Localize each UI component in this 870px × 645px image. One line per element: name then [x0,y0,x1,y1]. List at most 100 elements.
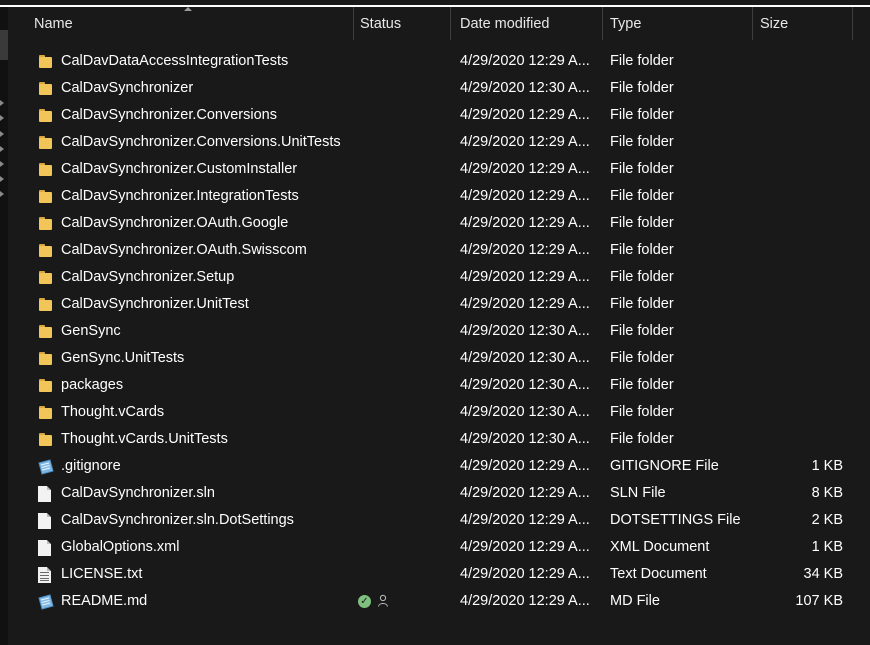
column-header-row: Name Status Date modified Type Size [24,7,870,40]
file-type: File folder [610,431,674,447]
file-size: 1 KB [811,539,843,555]
file-date-modified: 4/29/2020 12:29 A... [460,539,590,555]
column-header-name[interactable]: Name [24,7,353,40]
nav-expand-chevron-icon[interactable] [0,161,4,167]
file-type: File folder [610,107,674,123]
folder-icon [39,217,52,230]
nav-expand-chevron-icon[interactable] [0,176,4,182]
file-row[interactable]: CalDavSynchronizer.IntegrationTests 4/29/… [24,183,870,210]
file-size [754,48,843,75]
file-type: MD File [610,593,660,609]
file-name[interactable]: packages [61,372,351,399]
file-date-modified: 4/29/2020 12:30 A... [460,350,590,366]
file-name[interactable]: CalDavSynchronizer.OAuth.Swisscom [61,237,351,264]
file-name[interactable]: CalDavSynchronizer.sln.DotSettings [61,507,351,534]
folder-icon [39,271,52,284]
file-name[interactable]: GenSync.UnitTests [61,345,351,372]
nav-expand-chevron-icon[interactable] [0,131,4,137]
file-status [358,264,448,291]
file-type: File folder [610,80,674,96]
file-size [754,156,843,183]
file-size [754,318,843,345]
file-date-modified: 4/29/2020 12:29 A... [460,161,590,177]
file-row[interactable]: CalDavSynchronizer.Conversions 4/29/2020 … [24,102,870,129]
file-type: File folder [610,242,674,258]
file-row[interactable]: CalDavSynchronizer.OAuth.Google 4/29/2020… [24,210,870,237]
folder-icon [39,244,52,257]
file-type: File folder [610,377,674,393]
file-status [358,48,448,75]
file-icon-cell [37,345,57,372]
file-row[interactable]: CalDavSynchronizer.UnitTest 4/29/2020 12:… [24,291,870,318]
column-header-size[interactable]: Size [750,7,850,40]
file-status [358,507,448,534]
folder-icon [39,55,52,68]
file-size [754,210,843,237]
folder-icon [39,109,52,122]
file-icon-cell [37,129,57,156]
file-row[interactable]: GenSync.UnitTests 4/29/2020 12:30 A... Fil… [24,345,870,372]
file-row[interactable]: CalDavSynchronizer.Setup 4/29/2020 12:29 … [24,264,870,291]
nav-selected-item[interactable] [0,30,8,60]
file-status [358,156,448,183]
file-name[interactable]: .gitignore [61,453,351,480]
file-name[interactable]: Thought.vCards.UnitTests [61,426,351,453]
file-date-modified: 4/29/2020 12:29 A... [460,593,590,609]
file-icon-cell [37,534,57,561]
file-size [754,183,843,210]
file-row[interactable]: CalDavSynchronizer.Conversions.UnitTests… [24,129,870,156]
file-name[interactable]: CalDavSynchronizer.Conversions [61,102,351,129]
file-row[interactable]: CalDavSynchronizer.CustomInstaller 4/29/2… [24,156,870,183]
file-name[interactable]: CalDavSynchronizer.CustomInstaller [61,156,351,183]
file-row[interactable]: CalDavSynchronizer.sln.DotSettings 4/29/2… [24,507,870,534]
file-row[interactable]: packages 4/29/2020 12:30 A... File folder [24,372,870,399]
file-status [358,237,448,264]
file-size [754,399,843,426]
file-icon-cell [37,75,57,102]
nav-expand-chevron-icon[interactable] [0,100,4,106]
file-size [754,237,843,264]
file-date-modified: 4/29/2020 12:29 A... [460,512,590,528]
file-row[interactable]: README.md ✓ 4/29/2020 12:29 A... MD File 107… [24,588,870,615]
file-name[interactable]: Thought.vCards [61,399,351,426]
file-row[interactable]: LICENSE.txt 4/29/2020 12:29 A... Text Docu… [24,561,870,588]
file-row[interactable]: .gitignore 4/29/2020 12:29 A... GITIGNORE … [24,453,870,480]
file-name[interactable]: CalDavSynchronizer.OAuth.Google [61,210,351,237]
nav-expand-chevron-icon[interactable] [0,191,4,197]
file-row[interactable]: CalDavSynchronizer.OAuth.Swisscom 4/29/20… [24,237,870,264]
file-name[interactable]: CalDavSynchronizer.sln [61,480,351,507]
file-size [754,129,843,156]
file-row[interactable]: CalDavSynchronizer 4/29/2020 12:30 A... Fi… [24,75,870,102]
column-divider[interactable] [852,7,853,40]
file-name[interactable]: README.md [61,588,351,615]
file-name[interactable]: GlobalOptions.xml [61,534,351,561]
nav-expand-chevron-icon[interactable] [0,146,4,152]
window-top-edge [0,0,870,7]
file-row[interactable]: GlobalOptions.xml 4/29/2020 12:29 A... XML… [24,534,870,561]
folder-icon [39,298,52,311]
file-row[interactable]: CalDavSynchronizer.sln 4/29/2020 12:29 A.… [24,480,870,507]
file-name[interactable]: CalDavSynchronizer.Conversions.UnitTests [61,129,351,156]
file-date-modified: 4/29/2020 12:30 A... [460,323,590,339]
file-size [754,75,843,102]
file-type: File folder [610,404,674,420]
file-row[interactable]: GenSync 4/29/2020 12:30 A... File folder [24,318,870,345]
file-size: 1 KB [811,458,843,474]
nav-expand-chevron-icon[interactable] [0,115,4,121]
file-row[interactable]: CalDavDataAccessIntegrationTests 4/29/202… [24,48,870,75]
file-row[interactable]: Thought.vCards.UnitTests 4/29/2020 12:30 … [24,426,870,453]
column-header-date-modified[interactable]: Date modified [450,7,602,40]
file-status [358,210,448,237]
column-header-type[interactable]: Type [600,7,752,40]
file-name[interactable]: CalDavSynchronizer.UnitTest [61,291,351,318]
column-header-status[interactable]: Status [350,7,450,40]
file-name[interactable]: CalDavDataAccessIntegrationTests [61,48,351,75]
blank-file-icon [38,540,51,556]
file-name[interactable]: LICENSE.txt [61,561,351,588]
file-name[interactable]: CalDavSynchronizer.IntegrationTests [61,183,351,210]
file-type: File folder [610,269,674,285]
file-name[interactable]: CalDavSynchronizer [61,75,351,102]
file-row[interactable]: Thought.vCards 4/29/2020 12:30 A... File f… [24,399,870,426]
file-name[interactable]: CalDavSynchronizer.Setup [61,264,351,291]
file-name[interactable]: GenSync [61,318,351,345]
